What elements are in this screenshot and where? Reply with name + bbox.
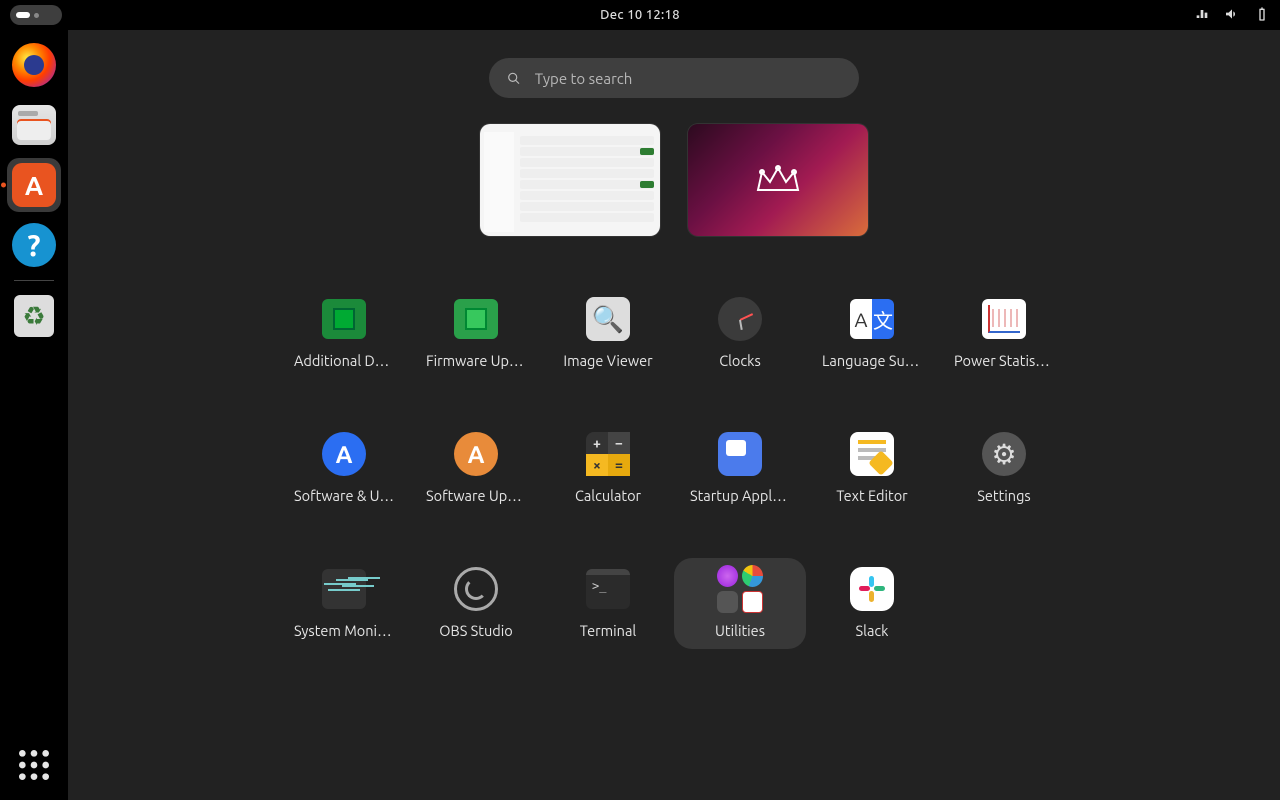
files-icon bbox=[12, 105, 56, 145]
activities-pill[interactable] bbox=[10, 5, 62, 25]
show-applications-button[interactable] bbox=[7, 738, 61, 792]
help-icon: ? bbox=[12, 223, 56, 267]
dock-item-firefox[interactable] bbox=[7, 38, 61, 92]
app-label: Terminal bbox=[580, 622, 636, 639]
app-text-editor[interactable]: Text Editor bbox=[806, 423, 938, 514]
dock-divider bbox=[14, 280, 54, 281]
volume-icon[interactable] bbox=[1224, 6, 1240, 25]
system-monitor-icon bbox=[322, 569, 366, 609]
app-label: Power Statistics bbox=[954, 352, 1054, 369]
trash-icon: ♻ bbox=[14, 295, 54, 337]
app-label: System Monitor bbox=[294, 622, 394, 639]
clock-icon bbox=[718, 297, 762, 341]
app-clocks[interactable]: Clocks bbox=[674, 288, 806, 379]
apps-grid-icon bbox=[12, 743, 56, 787]
app-label: OBS Studio bbox=[439, 622, 512, 639]
startup-icon bbox=[718, 432, 762, 476]
utilities-folder-icon bbox=[717, 565, 763, 613]
top-panel: Dec 10 12:18 bbox=[0, 0, 1280, 30]
app-power-statistics[interactable]: Power Statistics bbox=[938, 288, 1070, 379]
app-firmware-updater[interactable]: Firmware Updater bbox=[410, 288, 542, 379]
workspace-switcher bbox=[480, 124, 868, 236]
app-image-viewer[interactable]: 🔍 Image Viewer bbox=[542, 288, 674, 379]
search-icon bbox=[507, 71, 521, 86]
clock-datetime[interactable]: Dec 10 12:18 bbox=[600, 8, 680, 22]
app-software-properties[interactable]: A Software & Updates bbox=[278, 423, 410, 514]
gear-globe-icon: A bbox=[322, 432, 366, 476]
text-editor-icon bbox=[850, 432, 894, 476]
activities-overview: Additional Drivers Firmware Updater 🔍 Im… bbox=[68, 30, 1280, 800]
overview-search[interactable] bbox=[489, 58, 859, 98]
app-label: Software & Updates bbox=[294, 487, 394, 504]
dock-item-help[interactable]: ? bbox=[7, 218, 61, 272]
app-obs-studio[interactable]: OBS Studio bbox=[410, 558, 542, 649]
app-folder-utilities[interactable]: Utilities bbox=[674, 558, 806, 649]
app-settings[interactable]: ⚙ Settings bbox=[938, 423, 1070, 514]
chip-icon bbox=[322, 299, 366, 339]
app-software-updater[interactable]: A Software Updater bbox=[410, 423, 542, 514]
app-label: Language Support bbox=[822, 352, 922, 369]
app-system-monitor[interactable]: System Monitor bbox=[278, 558, 410, 649]
dock-item-ubuntu-software[interactable]: A bbox=[7, 158, 61, 212]
magnifier-icon: 🔍 bbox=[586, 297, 630, 341]
app-label: Startup Applications bbox=[690, 487, 790, 504]
workspace-thumbnail-1[interactable] bbox=[480, 124, 660, 236]
app-additional-drivers[interactable]: Additional Drivers bbox=[278, 288, 410, 379]
app-label: Software Updater bbox=[426, 487, 526, 504]
translate-icon: A文 bbox=[850, 299, 894, 339]
slack-icon bbox=[850, 567, 894, 611]
dock-item-trash[interactable]: ♻ bbox=[7, 289, 61, 343]
app-label: Utilities bbox=[715, 622, 765, 639]
app-label: Calculator bbox=[575, 487, 641, 504]
shopping-bag-icon: A bbox=[12, 163, 56, 207]
workspace-thumbnail-2[interactable] bbox=[688, 124, 868, 236]
updater-icon: A bbox=[454, 432, 498, 476]
app-slack[interactable]: Slack bbox=[806, 558, 938, 649]
dock-item-files[interactable] bbox=[7, 98, 61, 152]
power-graph-icon bbox=[982, 299, 1026, 339]
app-language-support[interactable]: A文 Language Support bbox=[806, 288, 938, 379]
ubuntu-crown-icon bbox=[748, 160, 808, 200]
app-label: Image Viewer bbox=[563, 352, 652, 369]
battery-icon[interactable] bbox=[1254, 6, 1270, 25]
app-calculator[interactable]: +−×= Calculator bbox=[542, 423, 674, 514]
dash-dock: A ? ♻ bbox=[0, 30, 68, 800]
app-label: Clocks bbox=[719, 352, 761, 369]
system-status-area[interactable] bbox=[1194, 6, 1270, 25]
app-terminal[interactable]: >_ Terminal bbox=[542, 558, 674, 649]
chip-icon bbox=[454, 299, 498, 339]
app-label: Firmware Updater bbox=[426, 352, 526, 369]
app-startup-applications[interactable]: Startup Applications bbox=[674, 423, 806, 514]
search-input[interactable] bbox=[535, 70, 841, 87]
app-label: Settings bbox=[977, 487, 1030, 504]
applications-grid: Additional Drivers Firmware Updater 🔍 Im… bbox=[278, 288, 1070, 649]
app-label: Slack bbox=[856, 622, 889, 639]
gear-icon: ⚙ bbox=[982, 432, 1026, 476]
calculator-icon: +−×= bbox=[586, 432, 630, 476]
obs-icon bbox=[454, 567, 498, 611]
firefox-icon bbox=[12, 43, 56, 87]
app-label: Text Editor bbox=[836, 487, 907, 504]
network-icon[interactable] bbox=[1194, 6, 1210, 25]
terminal-icon: >_ bbox=[586, 569, 630, 609]
app-label: Additional Drivers bbox=[294, 352, 394, 369]
